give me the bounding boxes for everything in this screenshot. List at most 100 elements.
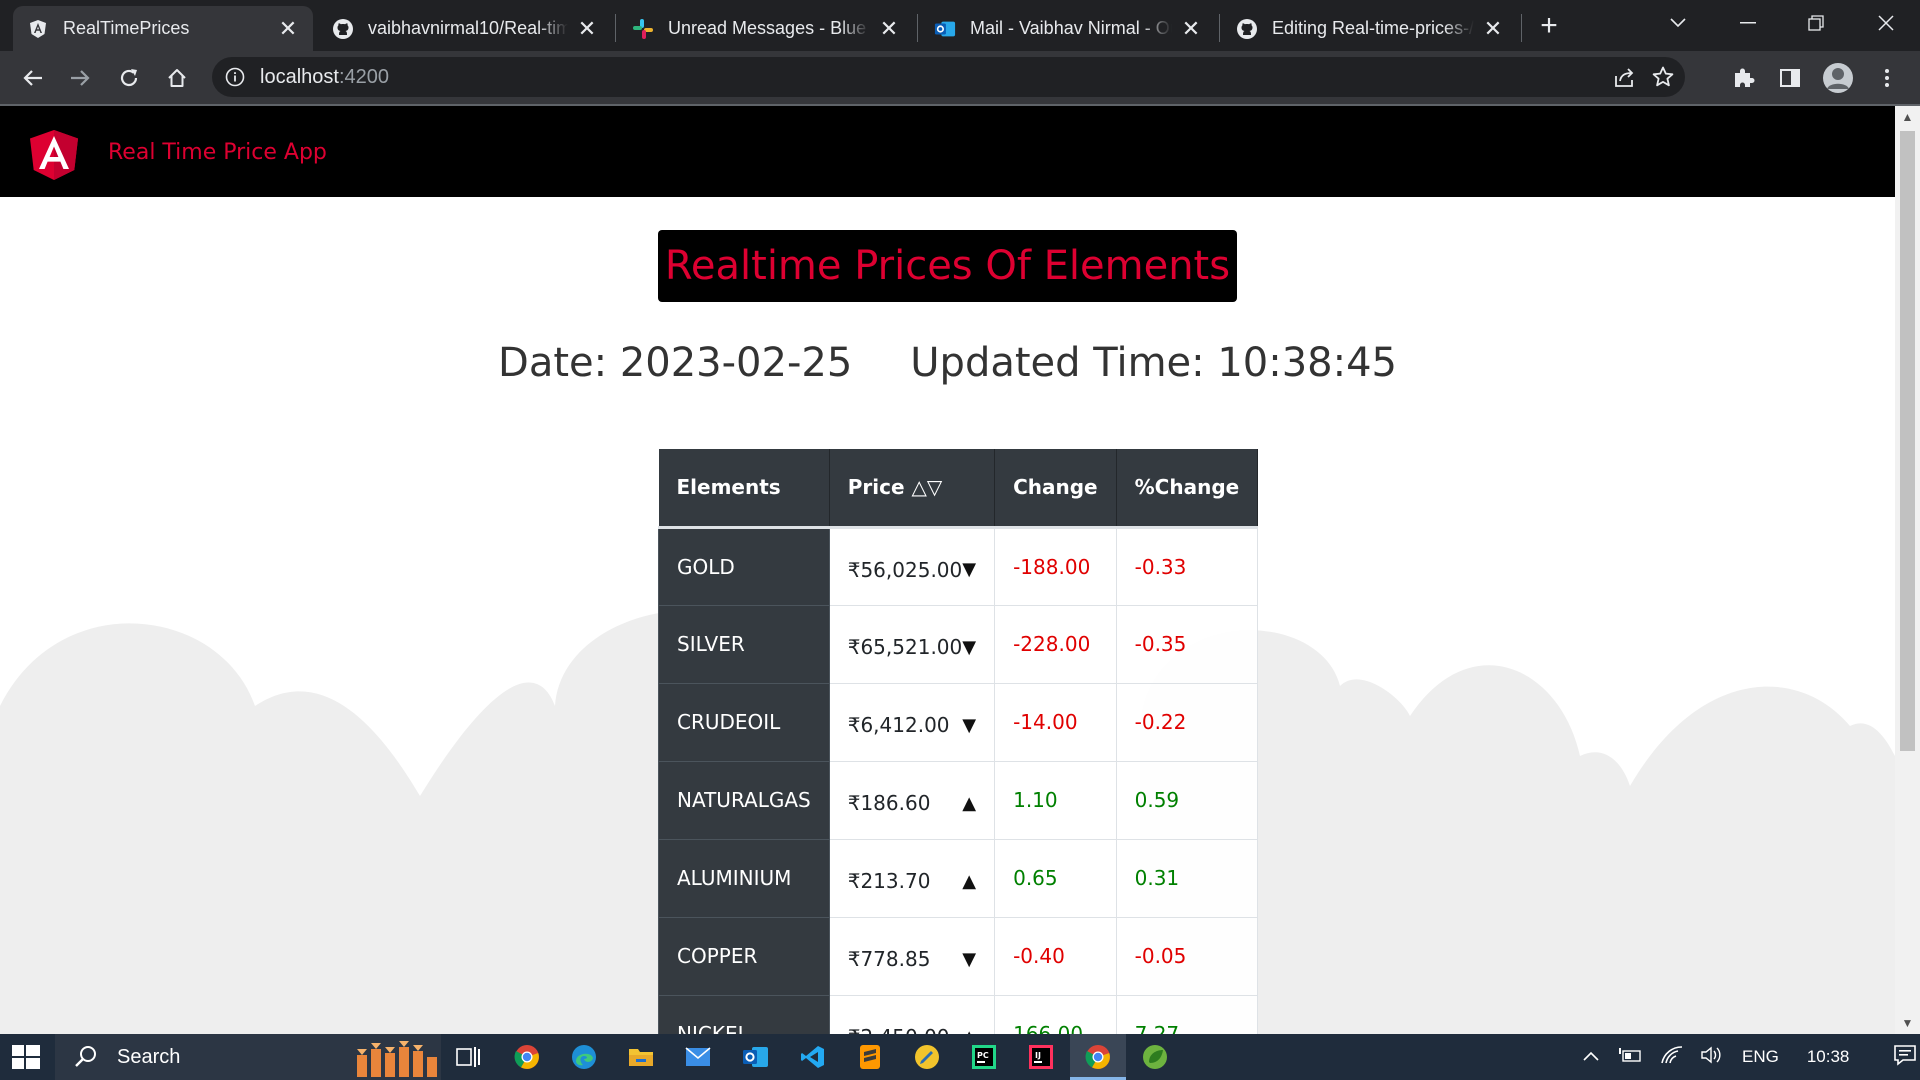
- scroll-up-arrow[interactable]: ▲: [1895, 106, 1920, 128]
- tab-title: Editing Real-time-prices-/: [1272, 18, 1474, 38]
- file-explorer-icon[interactable]: [625, 1041, 657, 1073]
- restore-button[interactable]: [1786, 0, 1846, 46]
- prices-table: Elements Price △▽ Change %Change GOLD ₹56…: [658, 449, 1259, 1034]
- tab-separator: [917, 14, 918, 42]
- reload-button[interactable]: [112, 61, 146, 95]
- price-cell: ₹186.60 ▲: [828, 760, 996, 840]
- sublime-text-icon[interactable]: [854, 1041, 886, 1073]
- url-port: :4200: [338, 65, 389, 88]
- page-scrollbar[interactable]: ▲ ▼: [1895, 106, 1920, 1034]
- edge-taskbar-icon[interactable]: [568, 1041, 600, 1073]
- avatar: [1823, 63, 1853, 93]
- home-icon: [168, 69, 186, 87]
- change-value: -188.00: [994, 526, 1117, 606]
- price-cell: ₹6,412.00 ▼: [828, 682, 996, 762]
- percent-change-value: -0.05: [1115, 916, 1259, 996]
- table-row: SILVER ₹65,521.00 ▼ -228.00 -0.35: [658, 604, 1259, 684]
- windows-start-icon[interactable]: [10, 1043, 42, 1071]
- tab-realtimeprices[interactable]: RealTimePrices ✕: [13, 6, 313, 51]
- scrollbar-thumb[interactable]: [1900, 131, 1915, 751]
- notification-icon[interactable]: [1893, 1044, 1917, 1071]
- search-icon: [75, 1046, 96, 1067]
- chrome-active-taskbar-icon[interactable]: [1082, 1041, 1114, 1073]
- trend-up-icon: ▲: [962, 870, 977, 892]
- page-viewport: Real Time Price App Realtime Prices Of E…: [0, 106, 1895, 1034]
- pycharm-icon[interactable]: PC: [968, 1041, 1000, 1073]
- price-value: ₹56,025.00: [847, 557, 963, 582]
- minimize-button[interactable]: [1718, 0, 1778, 46]
- app-navbar: Real Time Price App: [0, 106, 1895, 197]
- mail-icon[interactable]: [682, 1041, 714, 1073]
- tab-title: RealTimePrices: [63, 18, 190, 38]
- tab-slack[interactable]: Unread Messages - Blue Altair ✕: [618, 6, 914, 51]
- close-icon[interactable]: ✕: [1180, 16, 1202, 41]
- system-tray: ENG 10:38: [1582, 1034, 1917, 1080]
- notes-app-icon[interactable]: [911, 1041, 943, 1073]
- spring-tool-icon[interactable]: [1139, 1041, 1171, 1073]
- wifi-icon[interactable]: [1660, 1045, 1684, 1070]
- change-value: -0.40: [994, 916, 1117, 996]
- task-view-icon[interactable]: [452, 1041, 484, 1073]
- table-header-row: Elements Price △▽ Change %Change: [658, 449, 1259, 529]
- extensions-button[interactable]: [1726, 61, 1760, 95]
- table-row: NICKEL ₹2,450.00 ▲ 166.007.27: [658, 994, 1259, 1034]
- table-row: GOLD ₹56,025.00 ▼ -188.00 -0.33: [658, 526, 1259, 606]
- table-row: COPPER ₹778.85 ▼ -0.40 -0.05: [658, 916, 1259, 996]
- close-icon[interactable]: ✕: [576, 16, 598, 41]
- close-icon[interactable]: ✕: [277, 16, 299, 41]
- address-bar[interactable]: localhost:4200: [212, 57, 1685, 97]
- element-name: COPPER: [658, 916, 830, 996]
- language-indicator[interactable]: ENG: [1742, 1047, 1779, 1067]
- trend-up-icon: ▲: [962, 792, 977, 814]
- profile-avatar[interactable]: [1821, 61, 1855, 95]
- percent-change-value: 0.31: [1115, 838, 1259, 918]
- price-cell: ₹778.85 ▼: [828, 916, 996, 996]
- kebab-menu-icon: [1885, 69, 1889, 87]
- side-panel-button[interactable]: [1773, 61, 1807, 95]
- windows-taskbar: Search PC IJ ENG 10:38: [0, 1034, 1920, 1080]
- new-tab-button[interactable]: +: [1533, 9, 1565, 42]
- bookmark-star-icon[interactable]: [1651, 65, 1675, 94]
- close-icon[interactable]: ✕: [878, 16, 900, 41]
- price-cell: ₹56,025.00 ▼: [828, 526, 996, 606]
- reload-icon: [120, 69, 138, 87]
- taskbar-clock[interactable]: 10:38: [1807, 1047, 1850, 1067]
- price-value: ₹778.85: [847, 947, 931, 971]
- info-icon[interactable]: [224, 66, 246, 88]
- close-icon[interactable]: ✕: [1482, 16, 1504, 41]
- tab-outlook[interactable]: Mail - Vaibhav Nirmal - Outlook ✕: [920, 6, 1216, 51]
- angular-icon: [27, 18, 49, 40]
- chevron-up-icon[interactable]: [1582, 1047, 1600, 1067]
- vscode-icon[interactable]: [797, 1041, 829, 1073]
- taskbar-search[interactable]: Search: [55, 1034, 441, 1080]
- angular-logo-icon[interactable]: [30, 130, 78, 180]
- tab-separator: [1219, 14, 1220, 42]
- chrome-taskbar-icon[interactable]: [511, 1041, 543, 1073]
- forward-button[interactable]: [63, 61, 97, 95]
- battery-icon[interactable]: [1618, 1046, 1642, 1069]
- price-value: ₹213.70: [847, 869, 931, 893]
- close-window-button[interactable]: [1856, 0, 1916, 46]
- volume-icon[interactable]: [1700, 1045, 1724, 1070]
- url-host: localhost: [260, 65, 339, 88]
- minimize-icon: [1740, 22, 1756, 24]
- trend-down-icon: ▼: [962, 714, 977, 736]
- change-value: 1.10: [994, 760, 1117, 840]
- tab-github-repo[interactable]: vaibhavnirmal10/Real-time-prices ✕: [318, 6, 612, 51]
- home-button[interactable]: [160, 61, 194, 95]
- app-brand-title[interactable]: Real Time Price App: [108, 140, 327, 165]
- svg-text:IJ: IJ: [1035, 1051, 1041, 1060]
- date-time-line: Date: 2023-02-25 Updated Time: 10:38:45: [0, 340, 1895, 386]
- tab-github-editing[interactable]: Editing Real-time-prices-/ ✕: [1222, 6, 1518, 51]
- header-price-sort[interactable]: Price △▽: [829, 449, 996, 529]
- github-icon: [1236, 18, 1258, 40]
- outlook-taskbar-icon[interactable]: [740, 1041, 772, 1073]
- menu-button[interactable]: [1870, 61, 1904, 95]
- back-button[interactable]: [16, 61, 50, 95]
- tab-search-button[interactable]: [1648, 0, 1708, 46]
- intellij-icon[interactable]: IJ: [1025, 1041, 1057, 1073]
- share-icon[interactable]: [1613, 66, 1637, 93]
- scroll-down-arrow[interactable]: ▼: [1895, 1012, 1920, 1034]
- tab-title: Unread Messages - Blue Altair: [668, 18, 870, 38]
- table-row: NATURALGAS ₹186.60 ▲ 1.10 0.59: [658, 760, 1259, 840]
